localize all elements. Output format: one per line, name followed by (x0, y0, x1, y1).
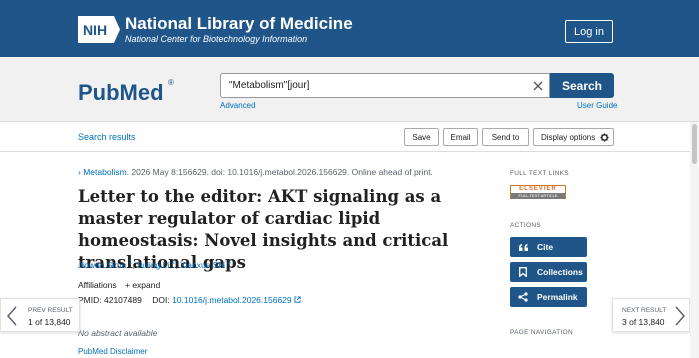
author-affiliation-ref[interactable]: 3 (227, 260, 230, 266)
next-result-label: NEXT RESULT (622, 307, 667, 314)
collections-label: Collections (537, 267, 583, 277)
prev-result-label: PREV RESULT (28, 307, 73, 314)
user-guide-link[interactable]: User Guide (577, 101, 617, 110)
author-link[interactable]: Jinwen Sima (78, 260, 126, 270)
author-link[interactable]: Suling Li (137, 260, 170, 270)
chevron-right-icon (675, 306, 685, 326)
next-result-count: 3 of 13,840 (622, 317, 665, 327)
bookmark-icon (517, 267, 529, 277)
prev-result-button[interactable]: PREV RESULT 1 of 13,840 (0, 298, 80, 332)
identifiers-row: PMID: 42107489 DOI: 10.1016/j.metabol.20… (78, 295, 301, 305)
citation-line: › Metabolism. 2026 May 8:156629. doi: 10… (78, 167, 433, 177)
scrollbar-thumb[interactable] (692, 124, 697, 164)
next-result-button[interactable]: NEXT RESULT 3 of 13,840 (612, 298, 690, 332)
doi-link[interactable]: 10.1016/j.metabol.2026.156629 (172, 295, 292, 305)
login-button[interactable]: Log in (565, 20, 613, 43)
nlm-title[interactable]: National Library of Medicine (125, 14, 353, 34)
external-link-icon[interactable] (294, 296, 301, 303)
expand-label: expand (132, 280, 161, 290)
author-link[interactable]: Xianxue Shi (180, 260, 225, 270)
full-text-links-heading: FULL TEXT LINKS (510, 170, 569, 177)
permalink-button[interactable]: Permalink (510, 287, 587, 307)
article-toolbar: Search results Save Email Send to Displa… (0, 122, 699, 152)
gear-icon (600, 132, 609, 142)
ncbi-subtitle: National Center for Biotechnology Inform… (125, 34, 308, 44)
search-results-link[interactable]: Search results (78, 132, 136, 142)
plus-icon: + (124, 280, 130, 290)
display-options-button[interactable]: Display options (533, 128, 614, 146)
citation-details: 2026 May 8:156629. doi: 10.1016/j.metabo… (131, 167, 433, 177)
affiliations-label: Affiliations (78, 280, 117, 290)
email-button[interactable]: Email (443, 128, 478, 146)
clear-icon[interactable] (527, 74, 549, 97)
no-abstract-note: No abstract available (78, 328, 158, 338)
pubmed-logo-text: PubMed (78, 80, 164, 105)
save-button[interactable]: Save (404, 128, 439, 146)
collections-button[interactable]: Collections (510, 262, 587, 282)
nih-logo-text: NIH (83, 22, 107, 38)
pmid-label: PMID: (78, 295, 102, 305)
elsevier-logo-text: ELSEVIER (511, 186, 565, 193)
elsevier-full-text-link[interactable]: ELSEVIER FULL-TEXT ARTICLE (510, 185, 566, 199)
send-to-button[interactable]: Send to (482, 128, 529, 146)
pmid-value: 42107489 (104, 295, 142, 305)
affiliations-row: Affiliations + expand (78, 280, 160, 290)
pubmed-logo-mark: ® (168, 78, 174, 87)
prev-result-count: 1 of 13,840 (28, 317, 71, 327)
permalink-label: Permalink (537, 292, 578, 302)
search-input[interactable]: "Metabolism"[jour] (220, 73, 550, 98)
nih-banner: NIH National Library of Medicine Nationa… (0, 0, 699, 57)
quote-icon (517, 243, 529, 251)
author-list: Jinwen Sima 1, Suling Li 2, Xianxue Shi … (78, 260, 231, 270)
cite-button[interactable]: Cite (510, 237, 587, 257)
share-icon (517, 292, 529, 302)
pubmed-logo[interactable]: PubMed ® (78, 73, 178, 109)
cite-label: Cite (537, 242, 554, 252)
search-button[interactable]: Search (550, 73, 614, 98)
doi-label: DOI: (152, 295, 170, 305)
display-options-label: Display options (541, 132, 596, 142)
chevron-left-icon (7, 306, 17, 326)
expand-toggle[interactable]: + expand (125, 280, 160, 290)
actions-heading: ACTIONS (510, 222, 541, 229)
page-navigation-heading: PAGE NAVIGATION (510, 329, 574, 336)
nih-logo[interactable]: NIH (78, 16, 120, 43)
journal-link[interactable]: Metabolism. (83, 167, 129, 177)
pubmed-disclaimer-link[interactable]: PubMed Disclaimer (78, 347, 147, 356)
search-header: PubMed ® "Metabolism"[jour] Search Advan… (0, 57, 699, 122)
advanced-search-link[interactable]: Advanced (220, 101, 256, 110)
elsevier-sub-text: FULL-TEXT ARTICLE (511, 193, 565, 199)
